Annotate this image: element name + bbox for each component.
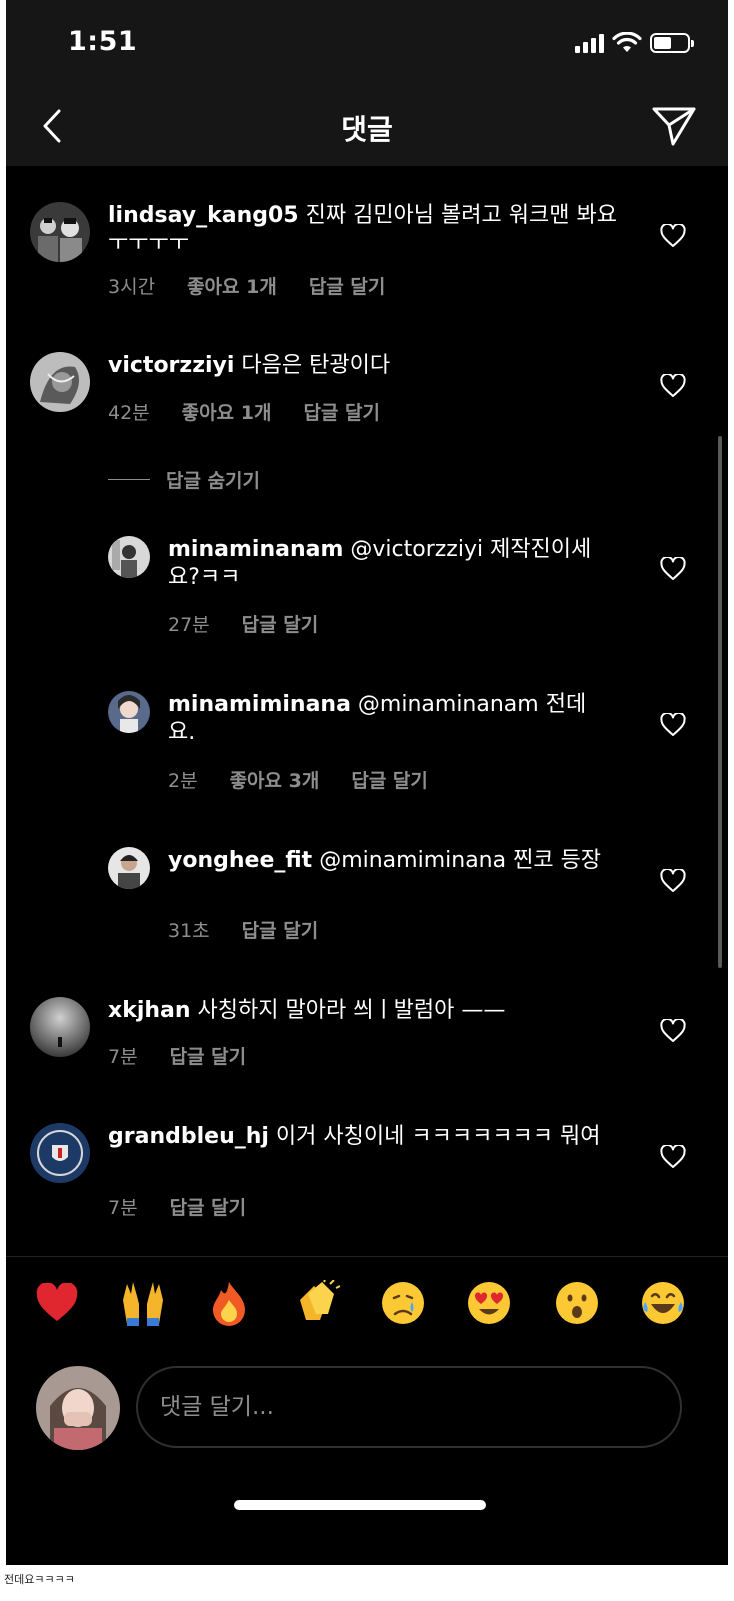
heart-icon[interactable]	[660, 869, 686, 893]
comment-input-container	[136, 1366, 682, 1448]
clapping-emoji[interactable]	[292, 1278, 342, 1328]
reply-button[interactable]: 답글 달기	[170, 1193, 247, 1220]
comment-text: grandbleu_hj 이거 사칭이네 ㅋㅋㅋㅋㅋㅋㅋ 뭐여	[108, 1123, 618, 1151]
avatar[interactable]	[30, 997, 90, 1057]
comment-body: 사칭하지 말아라 씌ㅣ발럼아 ——	[190, 998, 506, 1023]
comment-username[interactable]: xkjhan	[108, 998, 191, 1023]
current-user-avatar	[36, 1366, 120, 1450]
phone-screen: 1:51 댓글 lindsay_kang05 진짜 김민아님 볼려고 워크맨 봐…	[6, 0, 728, 1565]
surprised-emoji[interactable]	[552, 1278, 602, 1328]
heart-icon[interactable]	[660, 224, 686, 248]
avatar[interactable]	[108, 691, 150, 733]
emoji-bar	[6, 1278, 728, 1338]
divider	[6, 1256, 728, 1257]
comment-text: xkjhan 사칭하지 말아라 씌ㅣ발럼아 ——	[108, 997, 618, 1025]
reply-meta: 2분 좋아요 3개 답글 달기	[168, 766, 428, 793]
comment-input[interactable]	[160, 1368, 640, 1446]
reply-body: @minamiminana 찐코 등장	[312, 848, 602, 873]
hide-replies-label: 답글 숨기기	[166, 470, 261, 492]
reply-username[interactable]: minamiminana	[168, 692, 351, 717]
reply-button[interactable]: 답글 달기	[303, 398, 380, 425]
reply-meta: 31초 답글 달기	[168, 916, 318, 943]
cellular-signal-icon	[575, 33, 604, 53]
header: 댓글	[6, 90, 728, 166]
battery-icon	[650, 33, 694, 53]
raising-hands-emoji[interactable]	[118, 1278, 168, 1328]
avatar[interactable]	[30, 202, 90, 262]
reply-time: 31초	[168, 920, 210, 942]
comment-text: lindsay_kang05 진짜 김민아님 볼려고 워크맨 봐요ㅜㅜㅜㅜ	[108, 202, 618, 258]
avatar[interactable]	[30, 1123, 90, 1183]
reply-text: minamiminana @minaminanam 전데요.	[168, 691, 608, 747]
status-time: 1:51	[68, 26, 138, 57]
comment-time: 3시간	[108, 276, 156, 298]
laughing-emoji[interactable]	[638, 1278, 688, 1328]
status-icons	[575, 32, 694, 54]
reply-likes[interactable]: 좋아요 3개	[230, 766, 320, 793]
comment-body: 다음은 탄광이다	[234, 353, 391, 378]
crying-emoji[interactable]	[378, 1278, 428, 1328]
status-bar: 1:51	[6, 0, 728, 90]
heart-icon[interactable]	[660, 1019, 686, 1043]
comment-likes[interactable]: 좋아요 1개	[187, 272, 277, 299]
reply-time: 2분	[168, 770, 198, 792]
share-button[interactable]	[648, 100, 700, 152]
paper-plane-icon	[652, 107, 696, 146]
comment-meta: 3시간 좋아요 1개 답글 달기	[108, 272, 385, 299]
heart-icon[interactable]	[660, 713, 686, 737]
hide-replies-button[interactable]: 답글 숨기기	[108, 466, 260, 493]
reply-text: yonghee_fit @minamiminana 찐코 등장	[168, 847, 608, 875]
reply-button[interactable]: 답글 달기	[170, 1042, 247, 1069]
heart-eyes-emoji[interactable]	[464, 1278, 514, 1328]
divider-line	[108, 479, 150, 480]
reply-button[interactable]: 답글 달기	[242, 916, 319, 943]
comment-username[interactable]: victorzziyi	[108, 353, 234, 378]
heart-icon[interactable]	[660, 1145, 686, 1169]
comment-meta: 42분 좋아요 1개 답글 달기	[108, 398, 380, 425]
avatar[interactable]	[108, 536, 150, 578]
avatar[interactable]	[30, 352, 90, 412]
heart-icon[interactable]	[660, 557, 686, 581]
comment-meta: 7분 답글 달기	[108, 1193, 246, 1220]
fire-emoji[interactable]	[204, 1278, 254, 1328]
reply-username[interactable]: minaminanam	[168, 537, 343, 562]
heart-emoji[interactable]	[32, 1278, 82, 1328]
scrollbar[interactable]	[718, 436, 722, 968]
comment-body: 이거 사칭이네 ㅋㅋㅋㅋㅋㅋㅋ 뭐여	[268, 1124, 601, 1149]
comment-meta: 7분 답글 달기	[108, 1042, 246, 1069]
heart-icon[interactable]	[660, 374, 686, 398]
wifi-icon	[612, 32, 642, 52]
reply-button[interactable]: 답글 달기	[242, 610, 319, 637]
comment-time: 42분	[108, 402, 150, 424]
comment-time: 7분	[108, 1046, 138, 1068]
avatar[interactable]	[108, 847, 150, 889]
reply-text: minaminanam @victorzziyi 제작진이세요?ㅋㅋ	[168, 536, 608, 592]
reply-meta: 27분 답글 달기	[168, 610, 318, 637]
reply-button[interactable]: 답글 달기	[309, 272, 386, 299]
comment-time: 7분	[108, 1197, 138, 1219]
reply-button[interactable]: 답글 달기	[351, 766, 428, 793]
caption-text: 전데요ㅋㅋㅋㅋ	[4, 1573, 75, 1586]
comment-likes[interactable]: 좋아요 1개	[182, 398, 272, 425]
reply-username[interactable]: yonghee_fit	[168, 848, 312, 873]
comment-username[interactable]: grandbleu_hj	[108, 1124, 269, 1149]
comment-username[interactable]: lindsay_kang05	[108, 203, 299, 228]
home-indicator[interactable]	[234, 1500, 486, 1510]
reply-time: 27분	[168, 614, 210, 636]
comment-text: victorzziyi 다음은 탄광이다	[108, 352, 618, 380]
page-title: 댓글	[341, 113, 393, 146]
